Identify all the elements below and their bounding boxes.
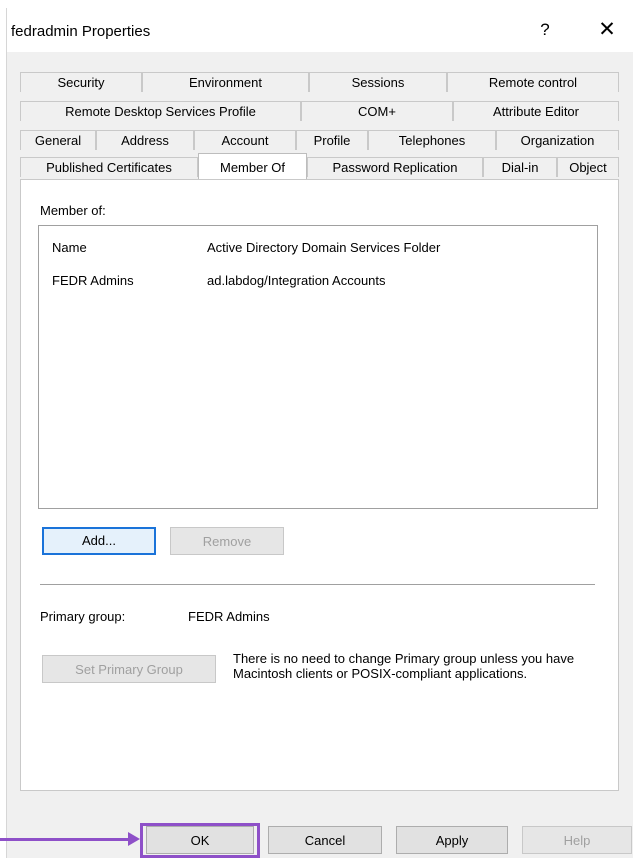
tab-telephones[interactable]: Telephones	[368, 130, 496, 150]
pointer-arrow-icon	[128, 832, 140, 846]
primary-group-label: Primary group:	[40, 609, 126, 624]
pointer-arrow-shaft	[0, 838, 128, 841]
group-folder-cell: ad.labdog/Integration Accounts	[207, 273, 386, 288]
tab-remote-control[interactable]: Remote control	[447, 72, 619, 92]
member-of-label: Member of:	[40, 203, 106, 218]
column-header-name[interactable]: Name	[52, 240, 87, 255]
cancel-button[interactable]: Cancel	[268, 826, 382, 854]
close-icon[interactable]: ✕	[595, 17, 619, 42]
tab-password-replication[interactable]: Password Replication	[307, 157, 483, 177]
title-bar: fedradmin Properties ? ✕	[7, 8, 633, 52]
tab-profile[interactable]: Profile	[296, 130, 368, 150]
remove-button[interactable]: Remove	[170, 527, 284, 555]
tab-dial-in[interactable]: Dial-in	[483, 157, 557, 177]
help-icon[interactable]: ?	[535, 20, 555, 40]
primary-group-value: FEDR Admins	[188, 609, 270, 624]
tab-general[interactable]: General	[20, 130, 96, 150]
member-of-list[interactable]: Name Active Directory Domain Services Fo…	[38, 225, 598, 509]
tab-environment[interactable]: Environment	[142, 72, 309, 92]
tab-member-of[interactable]: Member Of	[198, 153, 307, 179]
dialog-title: fedradmin Properties	[11, 23, 151, 40]
column-header-folder[interactable]: Active Directory Domain Services Folder	[207, 240, 440, 255]
apply-button[interactable]: Apply	[396, 826, 508, 854]
tab-organization[interactable]: Organization	[496, 130, 619, 150]
tab-account[interactable]: Account	[194, 130, 296, 150]
tab-security[interactable]: Security	[20, 72, 142, 92]
divider	[40, 584, 595, 585]
set-primary-group-button[interactable]: Set Primary Group	[42, 655, 216, 683]
tab-address[interactable]: Address	[96, 130, 194, 150]
group-name-cell: FEDR Admins	[52, 273, 134, 288]
add-button[interactable]: Add...	[42, 527, 156, 555]
tab-attribute-editor[interactable]: Attribute Editor	[453, 101, 619, 121]
help-button[interactable]: Help	[522, 826, 632, 854]
tab-object[interactable]: Object	[557, 157, 619, 177]
tab-com-plus[interactable]: COM+	[301, 101, 453, 121]
primary-group-note: There is no need to change Primary group…	[233, 651, 575, 681]
tab-rds-profile[interactable]: Remote Desktop Services Profile	[20, 101, 301, 121]
tab-published-certificates[interactable]: Published Certificates	[20, 157, 198, 177]
tab-sessions[interactable]: Sessions	[309, 72, 447, 92]
ok-button[interactable]: OK	[146, 826, 254, 854]
